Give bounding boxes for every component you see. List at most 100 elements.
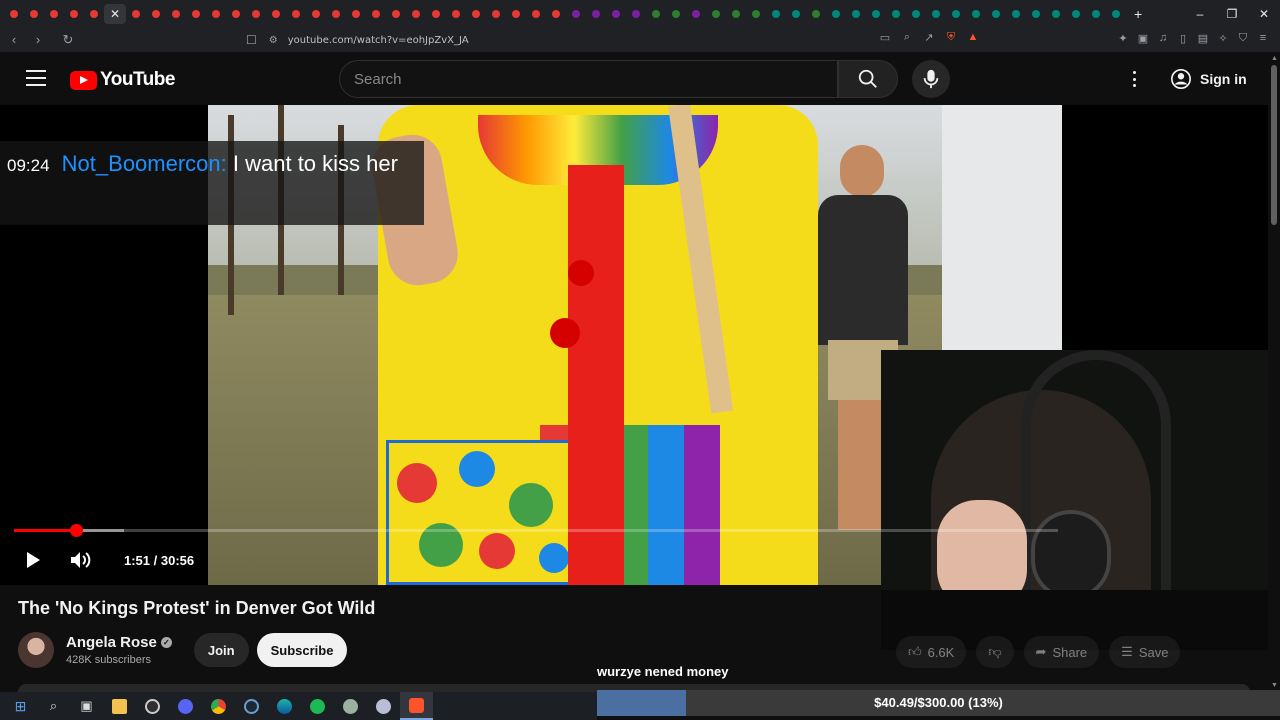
browser-tab[interactable] (186, 4, 206, 24)
search-icon[interactable]: ⌕ (37, 692, 70, 720)
vpn-icon[interactable]: ⛉ (1236, 32, 1250, 45)
browser-tab[interactable] (366, 4, 386, 24)
browser-tab[interactable] (746, 4, 766, 24)
close-window-icon[interactable]: ✕ (1248, 7, 1280, 21)
browser-tab[interactable] (706, 4, 726, 24)
browser-tab[interactable] (1066, 4, 1086, 24)
browser-tab[interactable] (206, 4, 226, 24)
browser-tab[interactable] (426, 4, 446, 24)
chrome-icon[interactable] (202, 692, 235, 720)
browser-tab[interactable] (786, 4, 806, 24)
youtube-logo[interactable]: YouTube (70, 69, 175, 91)
browser-tab[interactable] (526, 4, 546, 24)
save-button[interactable]: ☰ Save (1109, 636, 1181, 668)
search-input[interactable] (354, 70, 837, 88)
browser-tab[interactable] (566, 4, 586, 24)
url-text[interactable]: youtube.com/watch?v=eohJpZvX_JA (288, 35, 469, 46)
browser-tab[interactable] (586, 4, 606, 24)
browser-tab[interactable] (266, 4, 286, 24)
scrubber-handle[interactable] (70, 524, 84, 537)
minimize-icon[interactable]: – (1184, 7, 1216, 21)
like-button[interactable]: 👍︎ 6.6K (896, 636, 967, 668)
task-view-icon[interactable]: ▣ (70, 692, 103, 720)
extension-icon[interactable]: ✦ (1116, 32, 1130, 45)
browser-tab[interactable] (726, 4, 746, 24)
volume-button[interactable] (62, 541, 100, 579)
site-info-icon[interactable]: ⚙ (269, 35, 278, 46)
share-icon[interactable]: ↗ (922, 31, 936, 44)
app-icon-2[interactable] (367, 692, 400, 720)
browser-tab[interactable] (866, 4, 886, 24)
obs-icon[interactable] (136, 692, 169, 720)
browser-tab[interactable] (44, 4, 64, 24)
page-scrollbar[interactable]: ▲ ▼ (1268, 53, 1280, 691)
voice-search-button[interactable] (912, 60, 950, 98)
brave-icon[interactable] (400, 692, 433, 720)
app-icon[interactable] (334, 692, 367, 720)
sidebar-icon[interactable]: ▯ (1176, 32, 1190, 45)
browser-tab[interactable] (326, 4, 346, 24)
search-button[interactable] (838, 60, 898, 98)
brave-rewards-icon[interactable]: ▲ (966, 31, 980, 44)
settings-more-icon[interactable] (1128, 69, 1140, 89)
subscribe-button[interactable]: Subscribe (256, 633, 348, 667)
browser-tab[interactable] (826, 4, 846, 24)
browser-tab[interactable] (4, 4, 24, 24)
browser-tab[interactable] (446, 4, 466, 24)
channel-avatar[interactable] (18, 632, 54, 668)
browser-tab[interactable] (84, 4, 104, 24)
menu-icon[interactable]: ≡ (1256, 32, 1270, 45)
browser-tab[interactable] (126, 4, 146, 24)
scroll-down-icon[interactable]: ▼ (1271, 682, 1278, 689)
browser-tab[interactable] (486, 4, 506, 24)
browser-tab[interactable] (346, 4, 366, 24)
back-icon[interactable]: ‹ (4, 32, 24, 47)
browser-tab[interactable] (246, 4, 266, 24)
browser-tab[interactable] (226, 4, 246, 24)
browser-tab[interactable] (906, 4, 926, 24)
browser-tab[interactable] (546, 4, 566, 24)
maximize-icon[interactable]: ❐ (1216, 7, 1248, 21)
browser-tab[interactable] (1046, 4, 1066, 24)
browser-tab[interactable] (146, 4, 166, 24)
wallet-icon[interactable]: ▤ (1196, 32, 1210, 45)
browser-tab[interactable] (1006, 4, 1026, 24)
browser-tab[interactable] (1086, 4, 1106, 24)
browser-tab[interactable] (306, 4, 326, 24)
browser-tab[interactable] (846, 4, 866, 24)
share-button[interactable]: ➦ Share (1023, 636, 1100, 668)
close-tab-icon[interactable]: ✕ (110, 7, 120, 21)
hamburger-menu-icon[interactable] (26, 70, 46, 86)
cast-icon[interactable]: ▭ (878, 31, 892, 44)
browser-tab[interactable] (806, 4, 826, 24)
zoom-icon[interactable]: ⌕ (900, 31, 914, 44)
browser-tab[interactable] (506, 4, 526, 24)
browser-tab-active[interactable]: ✕ (104, 3, 126, 24)
windows-start-icon[interactable]: ⊞ (4, 692, 37, 720)
leo-icon[interactable]: ✧ (1216, 32, 1230, 45)
browser-tab[interactable] (286, 4, 306, 24)
browser-tab[interactable] (626, 4, 646, 24)
sign-in-button[interactable]: Sign in (1162, 63, 1259, 95)
music-icon[interactable]: ♫ (1156, 32, 1170, 45)
browser-tab[interactable] (886, 4, 906, 24)
brave-shields-icon[interactable]: ⛨ (944, 31, 958, 44)
new-tab-icon[interactable]: + (1134, 6, 1142, 22)
browser-tab[interactable] (386, 4, 406, 24)
join-button[interactable]: Join (193, 633, 249, 667)
edge-icon[interactable] (268, 692, 301, 720)
browser-tab[interactable] (466, 4, 486, 24)
browser-tab[interactable] (166, 4, 186, 24)
browser-tab[interactable] (966, 4, 986, 24)
browser-tab[interactable] (24, 4, 44, 24)
reload-icon[interactable]: ↻ (58, 32, 78, 48)
steam-icon[interactable] (235, 692, 268, 720)
browser-tab[interactable] (606, 4, 626, 24)
bookmark-icon[interactable]: ☐ (246, 33, 257, 47)
search-box[interactable] (339, 60, 838, 98)
video-player[interactable]: 09:24 Not_Boomercon: I want to kiss her … (0, 105, 1268, 650)
url-box[interactable]: ☐ ⚙ youtube.com/watch?v=eohJpZvX_JA (246, 29, 986, 51)
file-explorer-icon[interactable] (103, 692, 136, 720)
screenshot-icon[interactable]: ▣ (1136, 32, 1150, 45)
browser-tab[interactable] (926, 4, 946, 24)
